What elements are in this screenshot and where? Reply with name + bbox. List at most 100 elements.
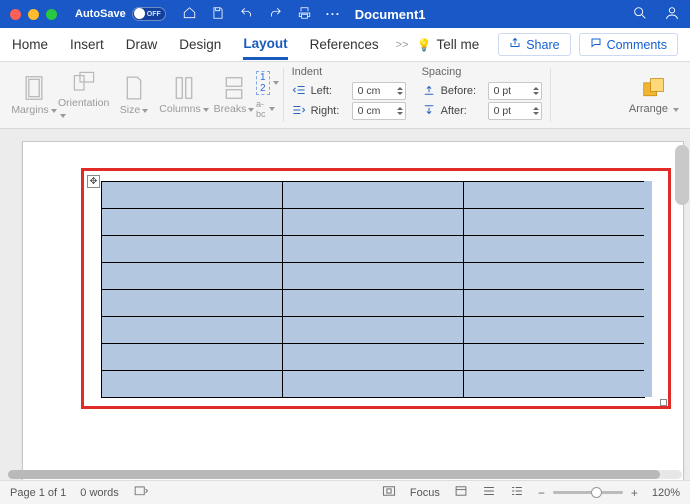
table-row[interactable] [102, 236, 645, 263]
comments-label: Comments [607, 38, 667, 52]
table-cell[interactable] [102, 344, 283, 371]
table-cell[interactable] [283, 290, 464, 317]
table-cell[interactable] [464, 182, 645, 209]
table-row[interactable] [102, 209, 645, 236]
focus-view-icon[interactable] [382, 485, 396, 500]
account-icon[interactable] [664, 5, 680, 24]
table-row[interactable] [102, 290, 645, 317]
document-page[interactable]: ✥ [22, 141, 684, 480]
spacing-heading: Spacing [422, 66, 462, 78]
titlebar-right [632, 5, 680, 24]
share-button[interactable]: Share [498, 33, 570, 56]
table-cell[interactable] [102, 371, 283, 398]
spacing-after-field[interactable]: 0 pt [488, 102, 542, 120]
table-cell[interactable] [464, 236, 645, 263]
home-icon[interactable] [182, 6, 197, 23]
line-numbers-button[interactable]: 12 [256, 71, 279, 95]
print-layout-view-icon[interactable] [454, 485, 468, 500]
table-row[interactable] [102, 182, 645, 209]
table-cell[interactable] [102, 290, 283, 317]
more-commands-icon[interactable]: ··· [326, 7, 341, 21]
focus-label[interactable]: Focus [410, 487, 440, 499]
spacing-before-field[interactable]: 0 pt [488, 82, 542, 100]
hyphenation-button[interactable]: a-bc [256, 99, 279, 119]
save-icon[interactable] [211, 6, 225, 23]
tab-home[interactable]: Home [12, 31, 48, 58]
zoom-out-button[interactable]: − [538, 486, 545, 500]
table-cell[interactable] [102, 182, 283, 209]
page-indicator[interactable]: Page 1 of 1 [10, 487, 66, 499]
breaks-button[interactable]: Breaks [210, 76, 258, 115]
indent-left-field[interactable]: 0 cm [352, 82, 406, 100]
table-cell[interactable] [283, 182, 464, 209]
table-cell[interactable] [283, 344, 464, 371]
table-cell[interactable] [464, 209, 645, 236]
table-cell[interactable] [283, 317, 464, 344]
orientation-button[interactable]: Orientation [58, 70, 110, 121]
stepper-icon[interactable] [397, 87, 403, 95]
autosave-control[interactable]: AutoSave OFF [75, 7, 166, 21]
zoom-in-button[interactable]: + [631, 486, 638, 500]
table-cell[interactable] [464, 317, 645, 344]
table-cell[interactable] [102, 317, 283, 344]
arrange-button[interactable]: Arrange [624, 62, 684, 128]
minimize-window-button[interactable] [28, 9, 39, 20]
table-cell[interactable] [102, 236, 283, 263]
table-row[interactable] [102, 263, 645, 290]
search-icon[interactable] [632, 5, 648, 24]
close-window-button[interactable] [10, 9, 21, 20]
horizontal-scrollbar-thumb[interactable] [8, 470, 660, 479]
stepper-icon[interactable] [533, 107, 539, 115]
redo-icon[interactable] [268, 6, 283, 23]
table-cell[interactable] [283, 236, 464, 263]
undo-icon[interactable] [239, 6, 254, 23]
share-icon [509, 37, 521, 52]
web-layout-view-icon[interactable] [482, 485, 496, 500]
zoom-track[interactable] [553, 491, 623, 494]
autosave-label: AutoSave [75, 8, 126, 20]
tab-references[interactable]: References [310, 31, 379, 58]
tab-insert[interactable]: Insert [70, 31, 104, 58]
zoom-thumb[interactable] [591, 487, 602, 498]
tab-design[interactable]: Design [179, 31, 221, 58]
stepper-icon[interactable] [533, 87, 539, 95]
stepper-icon[interactable] [397, 107, 403, 115]
margins-label: Margins [11, 104, 48, 116]
table-move-handle[interactable]: ✥ [87, 175, 100, 188]
size-button[interactable]: Size [110, 75, 158, 116]
table-cell[interactable] [102, 209, 283, 236]
indent-right-field[interactable]: 0 cm [352, 102, 406, 120]
word-count[interactable]: 0 words [80, 487, 119, 499]
table-cell[interactable] [464, 290, 645, 317]
autosave-toggle[interactable]: OFF [132, 7, 166, 21]
print-icon[interactable] [297, 6, 312, 23]
columns-button[interactable]: Columns [158, 76, 210, 115]
document-table[interactable] [101, 181, 645, 398]
table-cell[interactable] [464, 371, 645, 398]
table-row[interactable] [102, 344, 645, 371]
margins-button[interactable]: Margins [10, 75, 58, 116]
chevron-down-icon [60, 114, 66, 118]
outline-view-icon[interactable] [510, 485, 524, 500]
table-cell[interactable] [464, 263, 645, 290]
table-cell[interactable] [283, 263, 464, 290]
chevron-down-icon [51, 109, 57, 113]
vertical-scrollbar-thumb[interactable] [675, 145, 689, 205]
quick-access-toolbar: ··· [182, 6, 341, 23]
tellme-search[interactable]: Tell me [436, 31, 479, 58]
table-cell[interactable] [464, 344, 645, 371]
table-row[interactable] [102, 317, 645, 344]
tab-draw[interactable]: Draw [126, 31, 158, 58]
more-tabs-icon[interactable]: >> [396, 39, 409, 51]
tab-layout[interactable]: Layout [243, 30, 287, 60]
comments-button[interactable]: Comments [579, 33, 678, 56]
zoom-percent[interactable]: 120% [652, 487, 680, 499]
table-cell[interactable] [102, 263, 283, 290]
table-cell[interactable] [283, 209, 464, 236]
spellcheck-icon[interactable] [133, 485, 149, 501]
table-cell[interactable] [283, 371, 464, 398]
table-resize-handle[interactable] [660, 399, 667, 406]
table-row[interactable] [102, 371, 645, 398]
maximize-window-button[interactable] [46, 9, 57, 20]
zoom-slider[interactable]: − + [538, 486, 638, 500]
